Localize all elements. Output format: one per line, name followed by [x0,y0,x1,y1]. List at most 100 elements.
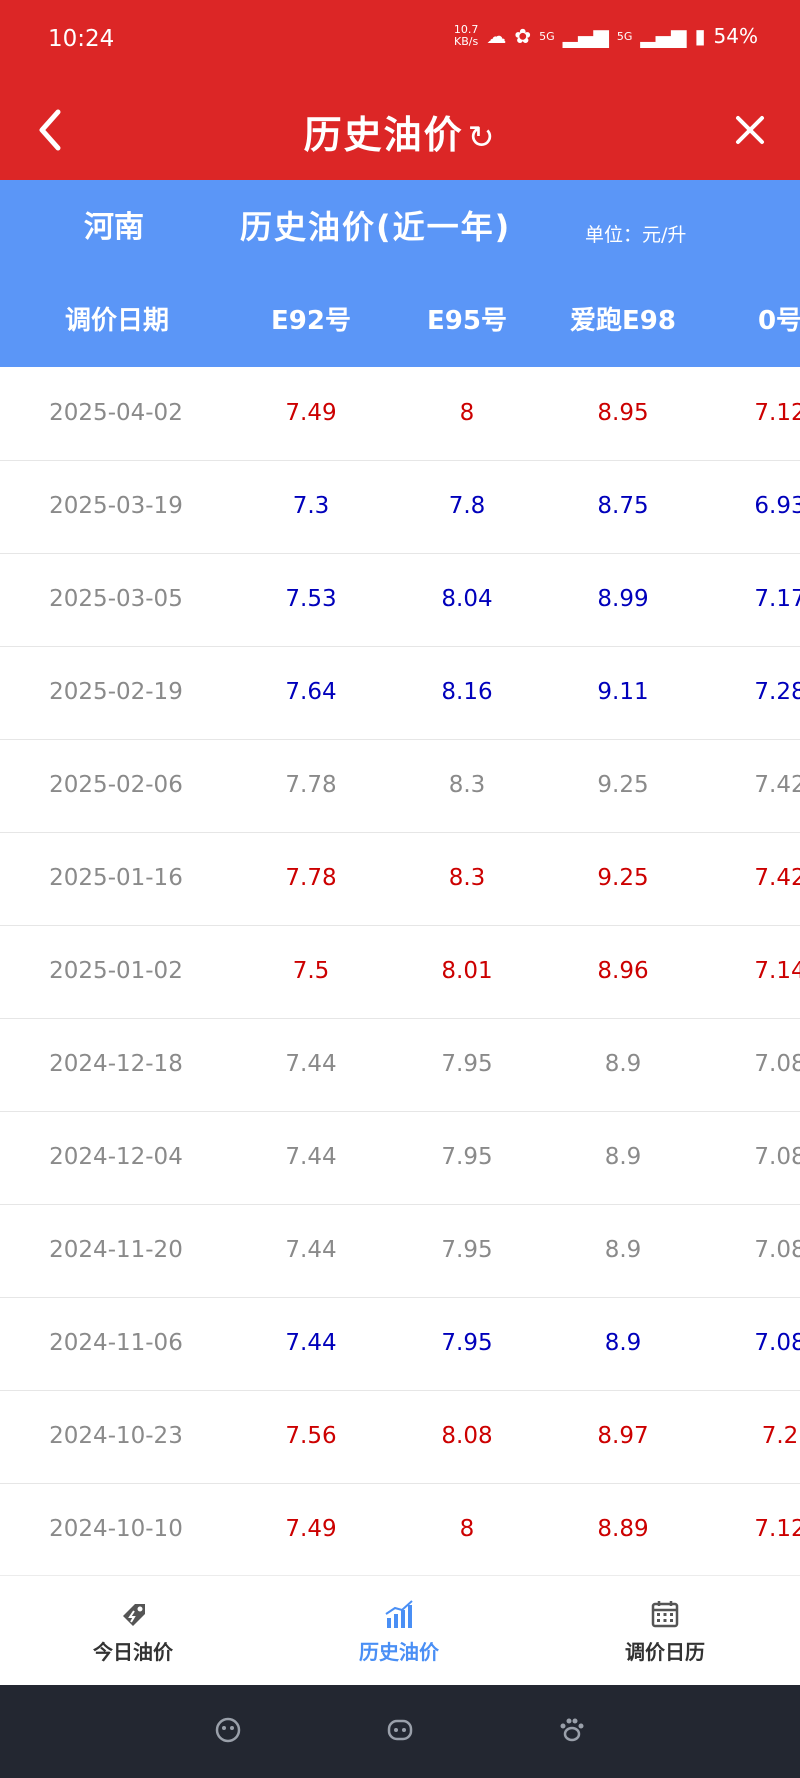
cell-date: 2024-11-06 [49,1330,183,1356]
cell-e95-price: 7.95 [441,1051,493,1077]
province-selector[interactable]: 河南 [84,202,144,246]
price-tag-icon [123,1604,145,1626]
cell-e92-price: 7.44 [285,1051,337,1077]
cell-e98-price: 9.25 [597,772,649,798]
system-navigation-bar [0,1685,800,1778]
cell-date: 2025-03-05 [49,586,183,612]
cell-diesel-0-price: 7.28 [754,679,800,705]
table-row: 2025-04-02 7.49 8 8.95 7.12 [0,367,800,461]
cell-e92-price: 7.44 [285,1330,337,1356]
cell-diesel-0-price: 7.12 [754,400,800,426]
cell-e92-price: 7.49 [285,400,337,426]
cell-e95-price: 7.95 [441,1144,493,1170]
tab-label: 历史油价 [359,1640,439,1664]
close-button[interactable] [722,98,778,162]
tab-price-calendar[interactable]: 调价日历 [532,1576,798,1686]
cell-e98-price: 9.25 [597,865,649,891]
cell-diesel-0-price: 7.08 [754,1144,800,1170]
table-row: 2024-10-10 7.49 8 8.89 7.12 [0,1483,800,1575]
cell-e92-price: 7.49 [285,1516,337,1542]
status-time: 10:24 [48,26,115,52]
page-title: 历史油价 ↻ [0,104,800,159]
cell-e92-price: 7.53 [285,586,337,612]
refresh-icon[interactable]: ↻ [468,118,497,156]
cell-e92-price: 7.44 [285,1144,337,1170]
table-row: 2024-10-23 7.56 8.08 8.97 7.2 [0,1390,800,1484]
cell-e98-price: 8.9 [604,1051,642,1077]
title-bar: 历史油价 ↻ [0,80,800,180]
signal-label-1: 5G [539,29,555,43]
table-row: 2025-02-06 7.78 8.3 9.25 7.42 [0,739,800,833]
cell-e95-price: 7.8 [448,493,486,519]
cell-date: 2024-11-20 [49,1237,183,1263]
table-row: 2025-01-02 7.5 8.01 8.96 7.14 [0,925,800,1019]
cell-date: 2025-03-19 [49,493,183,519]
net-speed: 10.7 KB/s [454,24,479,48]
cell-date: 2025-01-02 [49,958,183,984]
cell-date: 2025-04-02 [49,400,183,426]
cell-diesel-0-price: 7.08 [754,1237,800,1263]
cell-diesel-0-price: 7.08 [754,1330,800,1356]
table-row: 2025-03-05 7.53 8.04 8.99 7.17 [0,553,800,647]
close-icon [736,116,764,144]
cell-e95-price: 8.04 [441,586,493,612]
tab-history-price[interactable]: 历史油价 [266,1576,532,1686]
unit-label: 单位：元/升 [585,224,687,246]
cell-e95-price: 8.16 [441,679,493,705]
cell-e92-price: 7.3 [292,493,330,519]
calendar-icon [651,1601,679,1628]
back-nav-button[interactable] [208,1710,248,1750]
bar-chart-icon [385,1600,413,1628]
status-icons: 10.7 KB/s ☁ ✿ 5G ▂▄▆ 5G ▂▄▆ ▮ 54% [454,24,758,49]
cell-e92-price: 7.78 [285,772,337,798]
tab-label: 今日油价 [93,1640,173,1664]
column-header-e95: E95号 [427,306,507,336]
column-header-e92: E92号 [271,306,351,336]
signal-icon-2: ▂▄▆ [640,24,687,48]
cell-e92-price: 7.64 [285,679,337,705]
info-banner: 河南 历史油价(近一年) 单位：元/升 调价日期 E92号 E95号 爱跑E98… [0,180,800,367]
battery-icon: ▮ [694,24,706,48]
table-subtitle: 历史油价(近一年) [240,208,512,246]
table-row: 2025-02-19 7.64 8.16 9.11 7.28 [0,646,800,740]
home-nav-button[interactable] [380,1710,420,1750]
cell-diesel-0-price: 7.17 [754,586,800,612]
cell-diesel-0-price: 7.42 [754,865,800,891]
cell-e95-price: 8.3 [448,772,486,798]
cell-e92-price: 7.5 [292,958,330,984]
net-speed-unit: KB/s [454,35,479,48]
cell-diesel-0-price: 7.2 [761,1423,799,1449]
cell-date: 2024-10-10 [49,1516,183,1542]
cell-date: 2025-02-06 [49,772,183,798]
cell-date: 2025-02-19 [49,679,183,705]
cell-diesel-0-price: 7.42 [754,772,800,798]
cell-date: 2025-01-16 [49,865,183,891]
cell-e92-price: 7.44 [285,1237,337,1263]
cell-e95-price: 8 [459,400,475,426]
price-history-table[interactable]: 2025-04-02 7.49 8 8.95 7.12 2025-03-19 7.3 7.8 8… [0,367,800,1575]
cell-e95-price: 7.95 [441,1237,493,1263]
home-nav-icon [387,1719,413,1741]
table-row: 2025-03-19 7.3 7.8 8.75 6.93 [0,460,800,554]
page-title-text: 历史油价 [303,113,464,157]
cell-e92-price: 7.78 [285,865,337,891]
cell-e95-price: 8 [459,1516,475,1542]
cell-e95-price: 8.08 [441,1423,493,1449]
cell-date: 2024-10-23 [49,1423,183,1449]
tab-label: 调价日历 [625,1640,705,1664]
recents-nav-button[interactable] [552,1710,592,1750]
tab-today-price[interactable]: 今日油价 [0,1576,266,1686]
cell-diesel-0-price: 6.93 [754,493,800,519]
cell-e98-price: 8.9 [604,1237,642,1263]
cell-e98-price: 8.9 [604,1330,642,1356]
cell-diesel-0-price: 7.12 [754,1516,800,1542]
column-header-e98: 爱跑E98 [570,306,676,336]
table-row: 2024-11-06 7.44 7.95 8.9 7.08 [0,1297,800,1391]
cell-e95-price: 8.3 [448,865,486,891]
cell-e98-price: 9.11 [597,679,649,705]
battery-level: 54% [713,24,758,48]
back-nav-icon [215,1717,241,1743]
table-row: 2025-01-16 7.78 8.3 9.25 7.42 [0,832,800,926]
recents-nav-icon [560,1718,584,1742]
column-header-diesel-0: 0号 [757,306,800,336]
